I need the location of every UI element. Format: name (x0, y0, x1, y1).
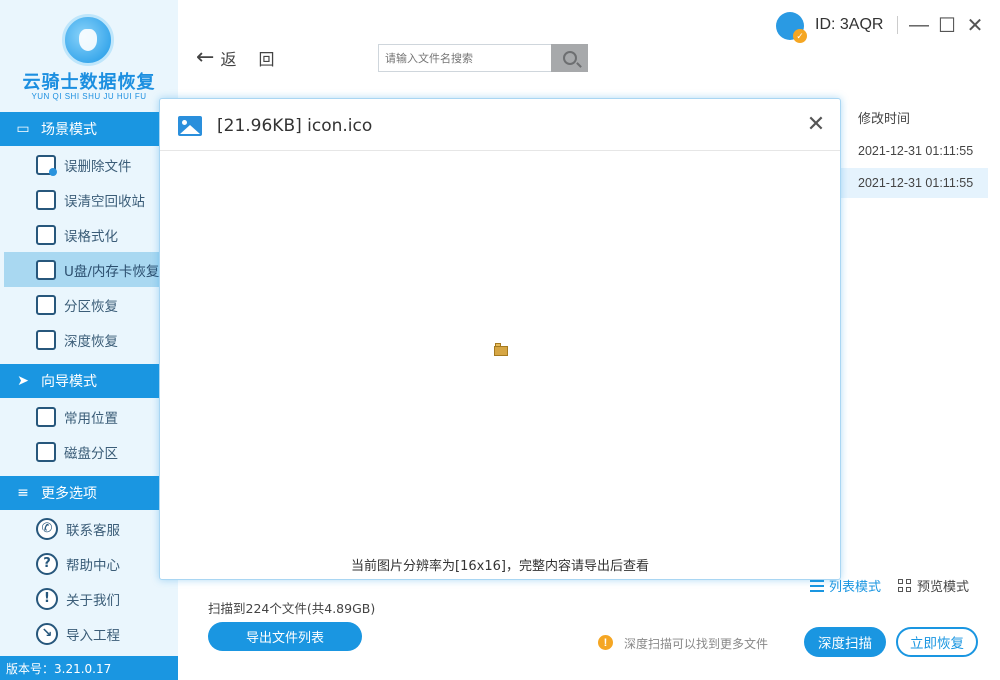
partition-icon (36, 294, 56, 315)
back-button[interactable]: ← 返回 (196, 46, 296, 70)
sidebar-item-label: 误格式化 (64, 228, 118, 245)
sidebar-item-label: 磁盘分区 (64, 445, 118, 462)
folder-preview-image (494, 343, 508, 356)
section-label: 更多选项 (41, 486, 97, 502)
preview-dialog-header: [21.96KB] icon.ico ✕ (160, 99, 840, 151)
sidebar-item-label: 关于我们 (66, 592, 120, 609)
list-icon (810, 579, 824, 592)
table-row[interactable]: 2021-12-31 01:11:55 (840, 136, 988, 166)
verified-icon: ✓ (793, 29, 807, 43)
close-dialog-button[interactable]: ✕ (805, 113, 827, 135)
sidebar-item-label: 分区恢复 (64, 298, 118, 315)
deep-scan-tip: 深度扫描可以找到更多文件 (624, 637, 769, 651)
sidebar-item-partition[interactable]: 分区恢复 (4, 287, 160, 322)
column-header-modified-time[interactable]: 修改时间 (858, 108, 910, 127)
deep-recovery-icon (36, 329, 56, 350)
signpost-icon: ➤ (17, 373, 29, 389)
deleted-file-icon (36, 154, 57, 176)
back-label: 返回 (220, 50, 297, 69)
user-avatar[interactable]: ✓ (776, 12, 807, 43)
section-label: 向导模式 (41, 374, 97, 390)
sd-card-icon (36, 259, 56, 280)
sidebar-item-deleted-files[interactable]: 误删除文件 (4, 147, 160, 182)
preview-view-toggle[interactable]: 预览模式 (898, 576, 969, 595)
preview-dialog: [21.96KB] icon.ico ✕ 当前图片分辨率为[16x16]，完整内… (159, 98, 841, 580)
search-icon (562, 51, 577, 65)
deep-scan-button[interactable]: 深度扫描 (804, 627, 886, 657)
arrow-left-icon: ← (196, 45, 215, 70)
section-more-options: ≡ 更多选项 (0, 476, 160, 510)
sidebar-item-format[interactable]: 误格式化 (4, 217, 160, 252)
sidebar-item-common-locations[interactable]: 常用位置 (4, 399, 160, 434)
knight-logo-icon (62, 14, 114, 66)
sidebar-item-label: U盘/内存卡恢复 (64, 263, 160, 280)
import-icon: ↘ (36, 622, 58, 645)
resolution-note: 当前图片分辨率为[16x16]，完整内容请导出后查看 (351, 559, 649, 574)
app-logo: 云骑士数据恢复 YUN QI SHI SHU JU HUI FU (0, 0, 178, 112)
sidebar-item-label: 误清空回收站 (64, 193, 145, 210)
hard-disk-icon (36, 441, 56, 462)
disk-format-icon (36, 224, 56, 245)
sidebar-item-import-project[interactable]: ↘ 导入工程 (4, 616, 160, 651)
recycle-bin-icon (36, 189, 56, 210)
version-label: 版本号：3.21.0.17 (0, 656, 178, 680)
section-wizard-mode: ➤ 向导模式 (0, 364, 160, 398)
sidebar-item-label: 帮助中心 (66, 557, 120, 574)
sidebar-item-label: 误删除文件 (64, 158, 132, 175)
grid-icon (898, 578, 912, 593)
sidebar-item-usb-card[interactable]: U盘/内存卡恢复 (4, 252, 160, 287)
sidebar-item-disk-partition[interactable]: 磁盘分区 (4, 434, 160, 469)
sidebar-item-label: 常用位置 (64, 410, 118, 427)
section-label: 场景模式 (41, 122, 97, 138)
warning-icon: ! (598, 635, 613, 650)
sidebar: 云骑士数据恢复 YUN QI SHI SHU JU HUI FU ▭ 场景模式 … (0, 0, 178, 680)
recover-now-button[interactable]: 立即恢复 (896, 627, 978, 657)
export-file-list-button[interactable]: 导出文件列表 (208, 622, 362, 651)
sidebar-item-contact-support[interactable]: ✆ 联系客服 (4, 511, 160, 546)
sidebar-item-recycle-bin[interactable]: 误清空回收站 (4, 182, 160, 217)
preview-view-label: 预览模式 (917, 580, 970, 595)
sidebar-item-about-us[interactable]: ! 关于我们 (4, 581, 160, 616)
windows-icon (36, 406, 56, 427)
scan-summary: 扫描到224个文件(共4.89GB) (208, 601, 376, 616)
maximize-button[interactable]: ☐ (936, 12, 958, 38)
phone-icon: ✆ (36, 517, 58, 540)
close-window-button[interactable]: ✕ (964, 12, 986, 38)
menu-icon: ≡ (17, 485, 29, 501)
user-id: ID: 3AQR (815, 16, 884, 33)
monitor-icon: ▭ (16, 121, 30, 137)
preview-dialog-title: [21.96KB] icon.ico (217, 116, 373, 136)
sidebar-item-label: 联系客服 (66, 522, 120, 539)
search-input[interactable] (378, 44, 552, 72)
sidebar-item-deep-recovery[interactable]: 深度恢复 (4, 322, 160, 357)
image-file-icon (178, 116, 202, 136)
brand-name: 云骑士数据恢复 (22, 72, 156, 93)
table-row[interactable]: 2021-12-31 01:11:55 (840, 168, 988, 198)
window-controls-divider (897, 16, 898, 34)
sidebar-item-label: 深度恢复 (64, 333, 118, 350)
sidebar-item-help-center[interactable]: ? 帮助中心 (4, 546, 160, 581)
info-icon: ! (36, 587, 58, 610)
brand-pinyin: YUN QI SHI SHU JU HUI FU (31, 92, 147, 101)
search-button[interactable] (551, 44, 588, 72)
help-icon: ? (36, 552, 58, 575)
section-scene-mode: ▭ 场景模式 (0, 112, 160, 146)
sidebar-item-label: 导入工程 (66, 627, 120, 644)
minimize-button[interactable]: — (908, 12, 930, 38)
